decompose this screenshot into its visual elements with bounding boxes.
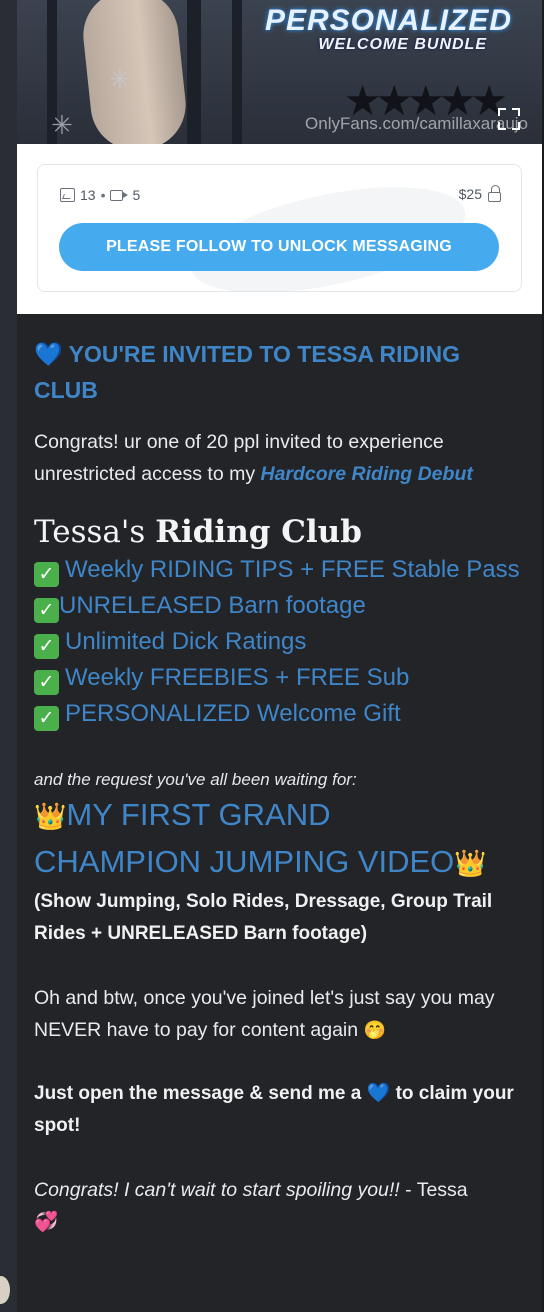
benefit-text: Weekly FREEBIES + FREE Sub: [65, 664, 410, 691]
signoff-name: - Tessa: [399, 1179, 468, 1201]
check-icon: ✓: [34, 706, 59, 731]
check-icon: ✓: [34, 598, 59, 623]
benefit-text: Weekly RIDING TIPS + FREE Stable Pass: [65, 556, 520, 583]
benefit-text: Unlimited Dick Ratings: [65, 628, 307, 655]
grand-line-2: CHAMPION JUMPING VIDEO: [34, 844, 455, 879]
image-icon: [60, 188, 75, 202]
locked-content-area: 13 • 5 $25 PLEASE FOLLOW TO UNLOCK MESSA…: [17, 144, 542, 314]
image-bar: [232, 0, 242, 144]
check-icon: ✓: [34, 634, 59, 659]
grand-line-1: MY FIRST GRAND: [66, 797, 331, 832]
intro-paragraph: Congrats! ur one of 20 ppl invited to ex…: [34, 426, 525, 490]
message-heading: 💙 YOU'RE INVITED TO TESSA RIDING CLUB: [34, 336, 525, 408]
request-intro: and the request you've all been waiting …: [34, 770, 357, 789]
list-item: ✓ Unlimited Dick Ratings: [34, 624, 525, 660]
grand-details: (Show Jumping, Solo Rides, Dressage, Gro…: [34, 891, 493, 944]
list-item: ✓ Weekly RIDING TIPS + FREE Stable Pass: [34, 552, 525, 588]
left-panel-edge: [0, 0, 17, 1312]
post-card: ✳ ✳ PERSONALIZED WELCOME BUNDLE ★★★★★ On…: [17, 0, 542, 1312]
heading-text: YOU'RE INVITED TO TESSA RIDING CLUB: [34, 341, 461, 403]
intro-link[interactable]: Hardcore Riding Debut: [261, 463, 473, 485]
blue-heart-icon: 💙: [34, 341, 63, 367]
hearts-emoji: 💞: [34, 1211, 59, 1233]
photo-count: 13: [80, 187, 96, 203]
club-title-bold: Riding Club: [155, 514, 362, 550]
image-figure: [78, 0, 191, 144]
separator-dot: •: [100, 187, 106, 203]
sparkle-icon: ✳: [51, 110, 73, 140]
check-icon: ✓: [34, 670, 59, 695]
follow-to-unlock-button[interactable]: PLEASE FOLLOW TO UNLOCK MESSAGING: [59, 223, 499, 271]
video-count: 5: [132, 187, 141, 203]
price-tag: $25: [458, 185, 501, 202]
crown-icon: 👑: [34, 801, 67, 831]
watermark: OnlyFans.com/camillaxaraujo: [305, 114, 528, 133]
message-text: 💙 YOU'RE INVITED TO TESSA RIDING CLUB Co…: [17, 314, 542, 1238]
media-counts: 13 • 5: [60, 187, 140, 203]
hand-over-mouth-emoji: 🤭: [363, 1020, 386, 1040]
image-bar: [187, 0, 201, 144]
grand-champion-heading: 👑MY FIRST GRAND CHAMPION JUMPING VIDEO👑: [34, 792, 525, 886]
benefits-list: ✓ Weekly RIDING TIPS + FREE Stable Pass ✓…: [34, 552, 525, 732]
list-item: ✓ UNRELEASED Barn footage: [34, 588, 525, 624]
lock-icon: [488, 185, 501, 202]
cta-paragraph: Just open the message & send me a 💙 to c…: [34, 1078, 525, 1142]
blue-heart-icon: 💙: [366, 1083, 391, 1104]
image-subtitle: WELCOME BUNDLE: [318, 36, 487, 53]
benefit-text: UNRELEASED Barn footage: [59, 592, 366, 619]
post-image[interactable]: ✳ ✳ PERSONALIZED WELCOME BUNDLE ★★★★★ On…: [17, 0, 542, 144]
btw-paragraph: Oh and btw, once you've joined let's jus…: [34, 982, 525, 1046]
club-title: Tessa's Riding Club: [34, 512, 525, 552]
list-item: ✓ Weekly FREEBIES + FREE Sub: [34, 660, 525, 696]
image-title: PERSONALIZED: [264, 4, 512, 37]
sparkle-icon: ✳: [109, 64, 131, 94]
locked-media-box: 13 • 5 $25 PLEASE FOLLOW TO UNLOCK MESSA…: [37, 164, 522, 292]
club-title-prefix: Tessa's: [34, 514, 156, 550]
check-icon: ✓: [34, 562, 59, 587]
list-item: ✓ PERSONALIZED Welcome Gift: [34, 696, 525, 732]
price-value: $25: [458, 186, 482, 202]
cta-text: Just open the message & send me a: [34, 1083, 367, 1104]
btw-text: Oh and btw, once you've joined let's jus…: [34, 987, 495, 1041]
benefit-text: PERSONALIZED Welcome Gift: [65, 700, 401, 727]
video-icon: [110, 189, 129, 201]
expand-icon[interactable]: [498, 108, 520, 130]
signoff-paragraph: Congrats! I can't wait to start spoiling…: [34, 1174, 525, 1238]
signoff-italic: Congrats! I can't wait to start spoiling…: [34, 1179, 400, 1201]
crown-icon: 👑: [454, 848, 487, 878]
